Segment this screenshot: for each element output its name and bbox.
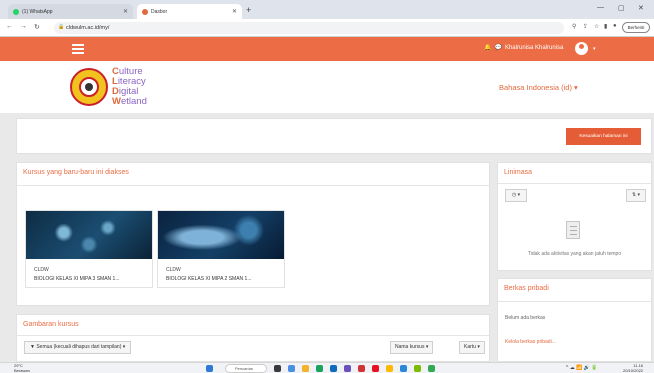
tab-dasbor[interactable]: Dasbor ✕ xyxy=(137,4,242,19)
manage-files-link[interactable]: Kelola berkas pribadi... xyxy=(505,339,556,345)
site-navbar: 🔔 💬 Khalrunisa Khalrunisa ▾ xyxy=(0,37,654,61)
zoom-icon[interactable]: ⚲ xyxy=(572,23,576,30)
avatar[interactable] xyxy=(575,42,588,55)
whatsapp-icon xyxy=(13,8,19,15)
course-overview-block: Gambaran kursus ▼ Semua (kecuali dihapus… xyxy=(16,314,490,362)
minimize-icon[interactable]: ― xyxy=(597,4,604,11)
course-image[interactable] xyxy=(26,211,152,259)
block-title: Kursus yang baru-baru ini diakses xyxy=(23,169,129,176)
message-icon[interactable]: 💬 xyxy=(494,44,501,51)
block-title: Linimasa xyxy=(504,169,533,176)
chevron-down-icon[interactable]: ▾ xyxy=(593,46,596,52)
forward-icon[interactable]: → xyxy=(20,23,27,30)
course-name[interactable]: BIOLOGI KELAS XI MIPA 3 SMAN 1... xyxy=(34,276,120,282)
course-name[interactable]: BIOLOGI KELAS XI MIPA 2 SMAN 1... xyxy=(166,276,252,282)
system-tray-icons[interactable]: ^ ☁ 📶 🔊 🔋 xyxy=(566,365,598,371)
tab-whatsapp[interactable]: (1) WhatsApp ✕ xyxy=(8,4,133,19)
account-icon[interactable]: ● xyxy=(613,23,617,29)
browser-tab-bar: (1) WhatsApp ✕ Dasbor ✕ + ― ▢ ✕ xyxy=(0,0,654,19)
bell-icon[interactable]: 🔔 xyxy=(484,44,491,51)
chrome-icon[interactable] xyxy=(386,365,393,372)
site-favicon-icon xyxy=(142,8,148,15)
profile-button[interactable]: Berhenti xyxy=(622,22,650,33)
page-action-bar: Kesuaikan halaman ini xyxy=(16,118,652,154)
app-icon[interactable] xyxy=(372,365,379,372)
app-icon[interactable] xyxy=(344,365,351,372)
user-menu[interactable]: 🔔 💬 Khalrunisa Khalrunisa xyxy=(484,44,563,52)
back-icon[interactable]: ← xyxy=(6,23,13,30)
site-logo-text[interactable]: Culture Literacy Digital Wetland xyxy=(112,67,147,107)
task-view-icon[interactable] xyxy=(274,365,281,372)
course-filter-dropdown[interactable]: ▼ Semua (kecuali dihapus dari tampilan) … xyxy=(24,341,132,354)
word-icon[interactable] xyxy=(400,365,407,372)
new-tab-button[interactable]: + xyxy=(246,5,251,15)
chat-icon[interactable] xyxy=(288,365,295,372)
tab-label: Dasbor xyxy=(151,8,168,15)
weather-widget[interactable]: 29°C Berawan xyxy=(14,363,30,373)
timeline-sort-dropdown[interactable]: ⇅ ▾ xyxy=(626,189,646,202)
hamburger-menu-icon[interactable] xyxy=(72,44,84,54)
page-header: Culture Literacy Digital Wetland Bahasa … xyxy=(0,61,654,113)
close-icon[interactable]: ✕ xyxy=(232,8,237,15)
app-icon[interactable] xyxy=(428,365,435,372)
app-icon[interactable] xyxy=(414,365,421,372)
private-files-block: Berkas pribadi Belum ada berkas Kelola b… xyxy=(497,278,652,362)
customise-page-button[interactable]: Kesuaikan halaman ini xyxy=(566,128,641,145)
star-icon[interactable]: ☆ xyxy=(594,23,599,30)
store-icon[interactable] xyxy=(330,365,337,372)
close-icon[interactable]: ✕ xyxy=(123,8,128,15)
os-taskbar: 29°C Berawan Pencarian ^ ☁ 📶 🔊 🔋 11.16 2… xyxy=(0,362,654,373)
user-name[interactable]: Khalrunisa Khalrunisa xyxy=(505,45,563,51)
course-card[interactable]: CLDW BIOLOGI KELAS XI MIPA 2 SMAN 1... xyxy=(157,210,285,288)
url-text: cldwulm.ac.id/my/ xyxy=(66,25,110,31)
course-card[interactable]: CLDW BIOLOGI KELAS XI MIPA 3 SMAN 1... xyxy=(25,210,153,288)
edge-icon[interactable] xyxy=(316,365,323,372)
url-field[interactable]: 🔒 cldwulm.ac.id/my/ xyxy=(54,22,564,34)
address-bar-row: ← → ↻ 🔒 cldwulm.ac.id/my/ ⚲ ⇪ ☆ ▮ ● Berh… xyxy=(0,19,654,37)
recent-courses-block: Kursus yang baru-baru ini diakses CLDW B… xyxy=(16,162,490,306)
taskbar-clock[interactable]: 11.16 20/10/2022 xyxy=(623,363,643,373)
taskbar-search[interactable]: Pencarian xyxy=(225,364,267,373)
course-category: CLDW xyxy=(34,267,49,273)
no-files-text: Belum ada berkas xyxy=(505,315,546,321)
course-image[interactable] xyxy=(158,211,284,259)
maximize-icon[interactable]: ▢ xyxy=(618,4,625,12)
share-icon[interactable]: ⇪ xyxy=(583,23,588,30)
empty-document-icon xyxy=(566,221,580,239)
windows-start-icon[interactable] xyxy=(206,365,213,372)
course-view-dropdown[interactable]: Kartu ▾ xyxy=(459,341,485,354)
course-sort-dropdown[interactable]: Nama kursus ▾ xyxy=(390,341,434,354)
block-title: Gambaran kursus xyxy=(23,321,79,328)
timeline-filter-dropdown[interactable]: ◷ ▾ xyxy=(505,189,527,202)
reload-icon[interactable]: ↻ xyxy=(34,23,40,31)
file-explorer-icon[interactable] xyxy=(302,365,309,372)
language-selector[interactable]: Bahasa Indonesia (id) ▾ xyxy=(499,83,578,92)
university-seal-logo xyxy=(70,68,108,106)
block-title: Berkas pribadi xyxy=(504,285,549,292)
lock-icon: 🔒 xyxy=(58,24,65,30)
tab-label: (1) WhatsApp xyxy=(22,8,53,15)
close-window-icon[interactable]: ✕ xyxy=(638,4,644,12)
app-icon[interactable] xyxy=(358,365,365,372)
timeline-empty-text: Tidak ada aktivitas yang akan jatuh temp… xyxy=(527,251,622,257)
sidepanel-icon[interactable]: ▮ xyxy=(604,23,607,30)
timeline-block: Linimasa ◷ ▾ ⇅ ▾ Tidak ada aktivitas yan… xyxy=(497,162,652,271)
course-category: CLDW xyxy=(166,267,181,273)
